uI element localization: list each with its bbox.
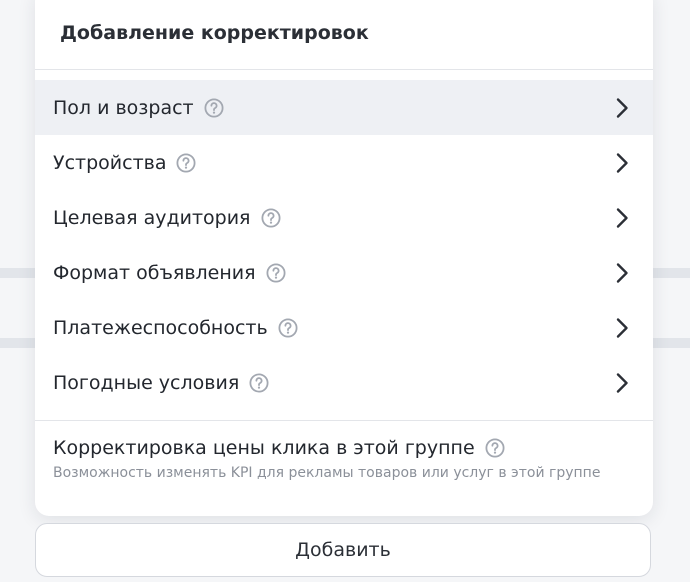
bid-adjustment-title-row: Корректировка цены клика в этой группе — [53, 436, 635, 460]
adjustments-popup: Добавление корректировок Пол и возраст У… — [35, 0, 653, 516]
menu-item-label: Формат объявления — [53, 261, 256, 284]
bid-adjustment-description: Возможность изменять KPI для рекламы тов… — [53, 465, 601, 481]
divider — [35, 420, 653, 421]
add-button[interactable]: Добавить — [35, 523, 651, 577]
help-circle-icon[interactable] — [278, 317, 298, 338]
help-circle-icon[interactable] — [260, 207, 281, 228]
help-circle-icon[interactable] — [204, 97, 224, 118]
chevron-right-icon — [615, 152, 629, 174]
menu-item-label: Погодные условия — [53, 371, 240, 394]
help-circle-icon[interactable] — [176, 152, 196, 173]
bid-adjustment-option[interactable]: Корректировка цены клика в этой группе В… — [53, 436, 635, 482]
chevron-right-icon — [615, 207, 629, 229]
menu-item-gender-age[interactable]: Пол и возраст — [35, 80, 653, 135]
menu-item-label: Платежеспособность — [53, 316, 268, 339]
bid-adjustment-title: Корректировка цены клика в этой группе — [53, 437, 475, 459]
help-circle-icon[interactable] — [249, 372, 269, 393]
menu-item-ad-format[interactable]: Формат объявления — [35, 245, 653, 300]
menu-item-label: Устройства — [53, 151, 167, 174]
chevron-right-icon — [615, 97, 629, 119]
menu-item-label: Пол и возраст — [53, 96, 194, 119]
popup-title: Добавление корректировок — [60, 22, 369, 44]
menu-item-solvency[interactable]: Платежеспособность — [35, 300, 653, 355]
help-circle-icon[interactable] — [485, 438, 505, 458]
adjustments-menu: Пол и возраст Устройства Целевая аудитор… — [35, 80, 653, 410]
divider — [35, 69, 653, 70]
menu-item-weather[interactable]: Погодные условия — [35, 355, 653, 410]
menu-item-devices[interactable]: Устройства — [35, 135, 653, 190]
chevron-right-icon — [615, 262, 629, 284]
help-circle-icon[interactable] — [266, 262, 286, 283]
menu-item-target-audience[interactable]: Целевая аудитория — [35, 190, 653, 245]
menu-item-label: Целевая аудитория — [53, 206, 251, 229]
chevron-right-icon — [615, 372, 629, 394]
chevron-right-icon — [615, 317, 629, 339]
